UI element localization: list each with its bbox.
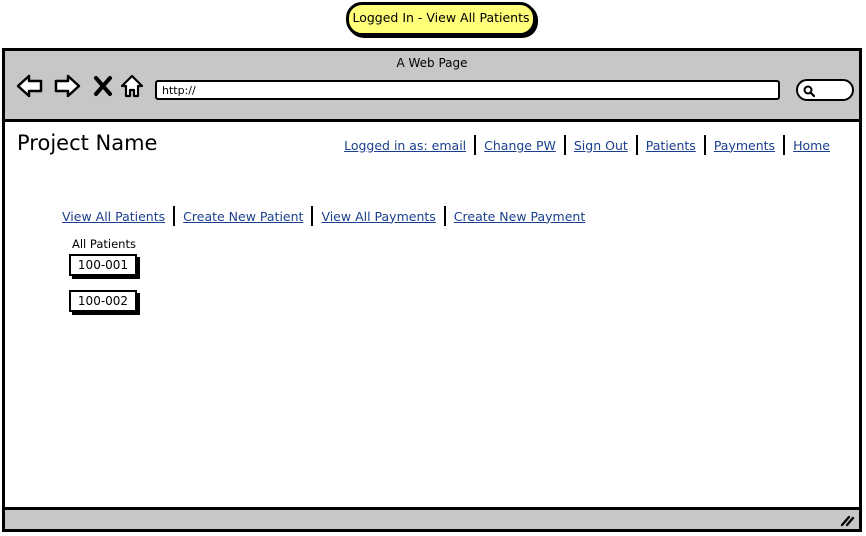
window-title: A Web Page [396, 56, 468, 70]
patient-button[interactable]: 100-001 [69, 254, 137, 276]
patient-button[interactable]: 100-002 [69, 290, 137, 312]
resize-grip-icon[interactable] [839, 513, 855, 527]
search-field[interactable] [796, 79, 854, 101]
patients-link[interactable]: Patients [646, 138, 696, 153]
header-nav: Logged in as: email Change PW Sign Out P… [344, 135, 830, 155]
home-link[interactable]: Home [793, 138, 830, 153]
status-bar [5, 507, 859, 529]
browser-toolbar: A Web Page http:// [5, 51, 859, 122]
view-all-payments-link[interactable]: View All Payments [321, 209, 435, 224]
browser-window: A Web Page http:// Project Name Logged i… [2, 48, 862, 532]
all-patients-label: All Patients [72, 237, 136, 251]
nav-divider [635, 135, 638, 155]
nav-divider [311, 206, 314, 226]
back-arrow-icon[interactable] [15, 71, 45, 101]
sticky-note-text: Logged In - View All Patients [352, 10, 530, 25]
patient-id: 100-001 [77, 258, 129, 272]
create-new-patient-link[interactable]: Create New Patient [183, 209, 303, 224]
sign-out-link[interactable]: Sign Out [574, 138, 628, 153]
forward-arrow-icon[interactable] [52, 71, 82, 101]
nav-divider [563, 135, 566, 155]
nav-divider [443, 206, 446, 226]
url-input[interactable]: http:// [155, 80, 780, 100]
project-name-title: Project Name [17, 131, 158, 155]
page: Logged In - View All Patients A Web Page… [0, 0, 866, 536]
nav-divider [783, 135, 786, 155]
logged-in-as-link[interactable]: Logged in as: email [344, 138, 466, 153]
home-icon[interactable] [117, 71, 147, 101]
nav-divider [173, 206, 176, 226]
search-icon [803, 85, 816, 98]
nav-divider [474, 135, 477, 155]
sub-nav: View All Patients Create New Patient Vie… [62, 206, 585, 226]
nav-divider [703, 135, 706, 155]
view-all-patients-link[interactable]: View All Patients [62, 209, 165, 224]
patient-id: 100-002 [77, 294, 129, 308]
change-pw-link[interactable]: Change PW [484, 138, 556, 153]
payments-link[interactable]: Payments [714, 138, 775, 153]
sticky-note-label: Logged In - View All Patients [346, 2, 536, 36]
create-new-payment-link[interactable]: Create New Payment [454, 209, 585, 224]
close-x-icon[interactable] [88, 71, 118, 101]
